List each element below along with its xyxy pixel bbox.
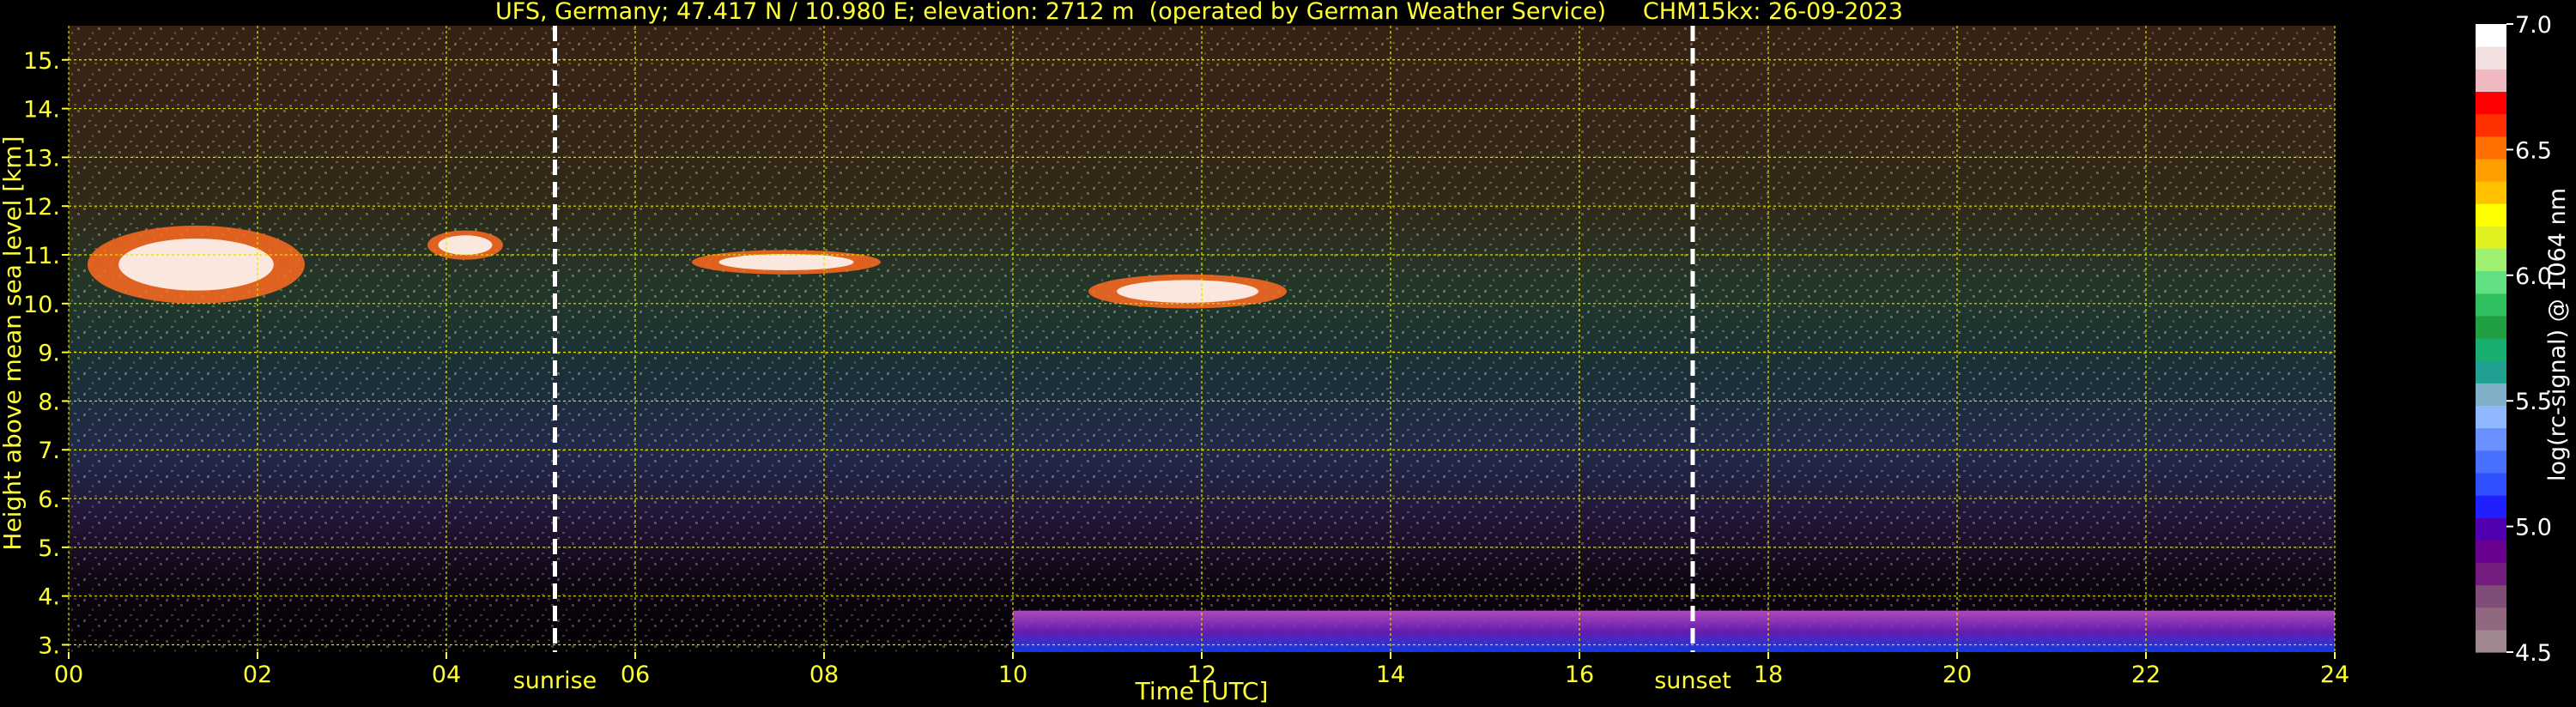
y-tick-label: 7.: [38, 438, 60, 464]
colorbar-segment: [2476, 226, 2506, 250]
colorbar-label: log(rc-signal) @ 1064 nm: [2544, 188, 2571, 481]
boundary-layer-band: [1013, 610, 2335, 652]
colorbar-segment: [2476, 517, 2506, 541]
colorbar-segment: [2476, 629, 2506, 653]
sun-event-label: sunrise: [513, 668, 597, 694]
x-axis-label: Time [UTC]: [1135, 677, 1269, 705]
x-tick-label: 02: [243, 662, 272, 688]
x-tick-label: 14: [1376, 662, 1405, 688]
cloud-feature: [692, 250, 881, 275]
x-tick-label: 08: [809, 662, 839, 688]
colorbar-segment: [2476, 181, 2506, 204]
y-tick-label: 14.: [23, 97, 60, 124]
colorbar-segment: [2476, 24, 2506, 47]
y-axis-ticks: 3. 4. 5. 6. 7. 8. 9. 10. 11. 12. 13. 14. 15.: [23, 48, 69, 659]
y-tick-label: 10.: [23, 292, 60, 318]
colorbar-segment: [2476, 360, 2506, 384]
x-tick-label: 22: [2131, 662, 2161, 688]
colorbar-segment: [2476, 450, 2506, 474]
colorbar-segment: [2476, 69, 2506, 93]
colorbar-segment: [2476, 584, 2506, 608]
colorbar-segment: [2476, 540, 2506, 564]
colorbar-tick-label: 7.0: [2515, 12, 2552, 39]
y-tick-label: 8.: [38, 389, 60, 415]
colorbar-segment: [2476, 248, 2506, 272]
colorbar-segment: [2476, 427, 2506, 451]
x-tick-label: 06: [621, 662, 650, 688]
sun-event-label: sunset: [1654, 668, 1731, 694]
colorbar-segment: [2476, 472, 2506, 496]
colorbar-segment: [2476, 405, 2506, 429]
x-tick-label: 20: [1943, 662, 1972, 688]
y-axis-label: Height above mean sea level [km]: [0, 136, 27, 550]
colorbar-segment: [2476, 495, 2506, 518]
colorbar-tick-label: 5.0: [2515, 515, 2552, 541]
x-tick-label: 10: [998, 662, 1027, 688]
colorbar-segment: [2476, 270, 2506, 294]
x-tick-label: 00: [54, 662, 83, 688]
colorbar-segment: [2476, 158, 2506, 182]
y-tick-label: 12.: [23, 194, 60, 221]
cloud-feature: [88, 225, 305, 304]
x-tick-label: 16: [1565, 662, 1594, 688]
x-tick-label: 18: [1754, 662, 1783, 688]
y-tick-label: 4.: [38, 584, 60, 611]
colorbar-segment: [2476, 293, 2506, 317]
colorbar-segment: [2476, 113, 2506, 137]
y-tick-label: 5.: [38, 535, 60, 562]
y-tick-label: 3.: [38, 632, 60, 659]
colorbar-segment: [2476, 91, 2506, 115]
colorbar-segment: [2476, 46, 2506, 69]
x-tick-label: 24: [2320, 662, 2349, 688]
colorbar-segment: [2476, 136, 2506, 160]
colorbar-tick-label: 4.5: [2515, 640, 2552, 667]
y-tick-label: 9.: [38, 341, 60, 367]
colorbar-segment: [2476, 315, 2506, 339]
y-tick-label: 15.: [23, 48, 60, 75]
colorbar: 4.55.05.56.06.57.0: [2476, 12, 2552, 667]
ceilometer-chart: sunrise sunset 00 02 04 06 08 10 12 14 16 18 20 22 24…: [0, 0, 2571, 705]
y-tick-label: 6.: [38, 486, 60, 513]
chart-title: UFS, Germany; 47.417 N / 10.980 E; eleva…: [495, 0, 1903, 25]
colorbar-tick-label: 6.5: [2515, 137, 2552, 164]
x-tick-label: 04: [432, 662, 461, 688]
colorbar-segment: [2476, 338, 2506, 361]
y-tick-label: 13.: [23, 145, 60, 172]
y-tick-label: 11.: [23, 243, 60, 269]
colorbar-segment: [2476, 203, 2506, 227]
colorbar-segment: [2476, 562, 2506, 586]
colorbar-segment: [2476, 383, 2506, 407]
colorbar-segment: [2476, 607, 2506, 631]
